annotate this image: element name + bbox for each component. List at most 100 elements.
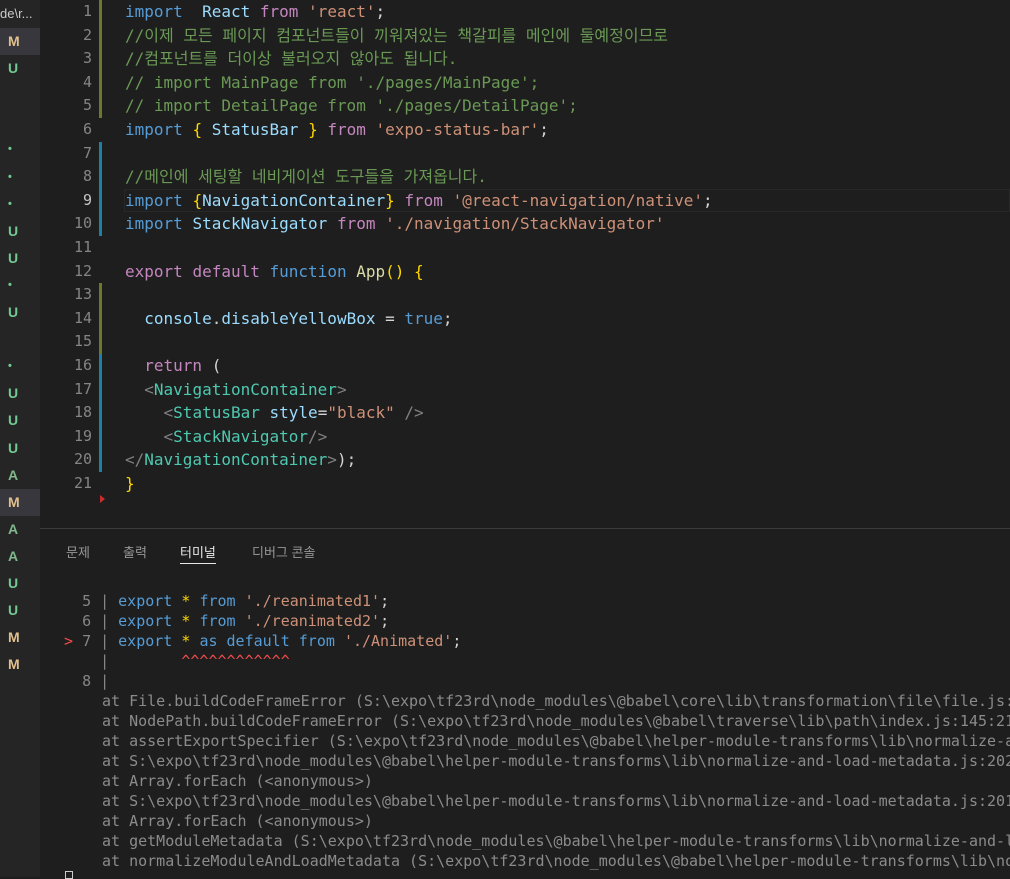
code-token: './Animated' [343, 632, 453, 650]
line-number: 9 [82, 190, 92, 209]
code-token: ( [202, 356, 222, 375]
stack-trace-line: at assertExportSpecifier (S:\expo\tf23rd… [102, 732, 1010, 750]
code-line[interactable]: //컴포넌트를 더이상 불러오지 않아도 됩니다. [125, 47, 457, 71]
git-status-marker[interactable]: M [0, 488, 40, 516]
git-added-bar [99, 141, 102, 166]
code-line[interactable]: // import MainPage from './pages/MainPag… [125, 71, 539, 95]
stack-trace-line: at getModuleMetadata (S:\expo\tf23rd\nod… [102, 832, 1010, 850]
code-line[interactable]: import {NavigationContainer} from '@reac… [125, 189, 713, 213]
code-token: ; [375, 2, 386, 21]
git-status-marker[interactable]: • [0, 136, 40, 163]
git-modified-bar [99, 283, 102, 307]
code-line[interactable]: // import DetailPage from './pages/Detai… [125, 94, 578, 118]
code-token: //이제 모든 페이지 컴포넌트들이 끼워져있는 책갈피를 메인에 둘예정이므로 [125, 25, 669, 45]
git-status-marker[interactable]: • [0, 164, 40, 191]
panel-tab[interactable]: 터미널 [180, 543, 216, 564]
line-number: 4 [82, 72, 92, 91]
error-marker [64, 652, 73, 670]
code-line[interactable]: export default function App() { [125, 260, 424, 284]
git-status-marker[interactable]: A [0, 516, 40, 543]
code-token: from [298, 632, 335, 650]
git-status-marker[interactable]: M [0, 651, 40, 678]
git-status-marker[interactable]: U [0, 245, 40, 272]
git-status-marker[interactable]: U [0, 407, 40, 434]
line-number: 1 [82, 2, 92, 20]
code-token: console [144, 308, 212, 328]
git-added-bar [99, 424, 102, 449]
code-editor[interactable]: 1 2 3 4 5 6 7 8 9 10 11 12 13 14 15 16 17 18 19 20 21 import… [40, 0, 1010, 503]
terminal-line: 8 | [64, 671, 118, 691]
error-marker: > [64, 632, 74, 650]
line-number: 19 [73, 426, 92, 445]
panel-tab[interactable]: 디버그 콘솔 [252, 543, 315, 563]
code-line[interactable]: return ( [125, 354, 221, 378]
code-token: import [125, 120, 183, 139]
code-token: } [125, 474, 135, 493]
code-token: "black" [327, 403, 395, 423]
gutter-pipe: | [91, 612, 119, 630]
git-status-marker[interactable]: U [0, 435, 40, 462]
git-status-marker[interactable]: U [0, 55, 40, 82]
code-token: // import MainPage from './pages/MainPag… [125, 72, 540, 92]
code-token: ; [380, 592, 390, 610]
line-number: 3 [82, 49, 92, 68]
code-line[interactable]: import React from 'react'; [125, 0, 385, 24]
code-line[interactable]: <StackNavigator/> [125, 425, 328, 449]
code-token: = [375, 308, 405, 328]
git-status-marker[interactable]: U [0, 570, 40, 597]
code-token: > [327, 450, 337, 470]
explorer-sidebar: de\r... M U • • • U U • U • U U U A M A A U U M M [0, 0, 40, 877]
git-status-marker[interactable]: A [0, 462, 40, 489]
code-token: } [308, 120, 318, 139]
git-status-marker[interactable]: M [0, 624, 40, 651]
code-line[interactable]: //메인에 세팅할 네비게이션 도구들을 가져옵니다. [125, 165, 487, 189]
code-line[interactable]: <StatusBar style="black" /> [125, 401, 424, 425]
code-line[interactable]: <NavigationContainer> [125, 378, 346, 402]
git-status-marker[interactable]: U [0, 299, 40, 326]
code-token: as [199, 632, 218, 650]
terminal-line: 6 | export * from './reanimated2'; [64, 611, 389, 631]
code-token: { [192, 120, 203, 139]
code-line[interactable]: import StackNavigator from './navigation… [125, 212, 664, 236]
code-token: ^^^^^^^^^^^^ [118, 652, 290, 670]
gutter-pipe: | [91, 632, 119, 650]
code-token: < [163, 426, 174, 446]
git-added-bar [99, 377, 102, 402]
explorer-path[interactable]: de\r... [0, 0, 40, 28]
line-number: 20 [73, 450, 92, 469]
git-status-marker[interactable]: M [0, 28, 40, 55]
panel-tab[interactable]: 출력 [123, 543, 147, 563]
panel-tab[interactable]: 문제 [66, 543, 90, 563]
git-status-marker[interactable]: U [0, 380, 40, 407]
code-line[interactable]: import { StatusBar } from 'expo-status-b… [125, 118, 549, 142]
git-status-marker[interactable]: • [0, 272, 40, 299]
code-token: () [385, 261, 405, 281]
git-status-marker[interactable]: • [0, 191, 40, 218]
git-status-marker[interactable]: • [0, 353, 40, 380]
git-status-marker[interactable]: U [0, 218, 40, 245]
code-line[interactable]: //이제 모든 페이지 컴포넌트들이 끼워져있는 책갈피를 메인에 둘예정이므로 [125, 24, 668, 48]
code-line[interactable]: </NavigationContainer>); [125, 448, 356, 472]
code-line[interactable]: console.disableYellowBox = true; [125, 307, 452, 331]
git-status-marker[interactable]: A [0, 543, 40, 570]
bottom-panel: 문제 출력 터미널 디버그 콘솔 5 | export * from './reani… [40, 528, 1010, 878]
code-line[interactable]: } [125, 472, 135, 496]
git-status-marker[interactable]: U [0, 597, 40, 624]
code-token: //메인에 세팅할 네비게이션 도구들을 가져옵니다. [125, 167, 487, 187]
code-token: < [163, 403, 174, 423]
